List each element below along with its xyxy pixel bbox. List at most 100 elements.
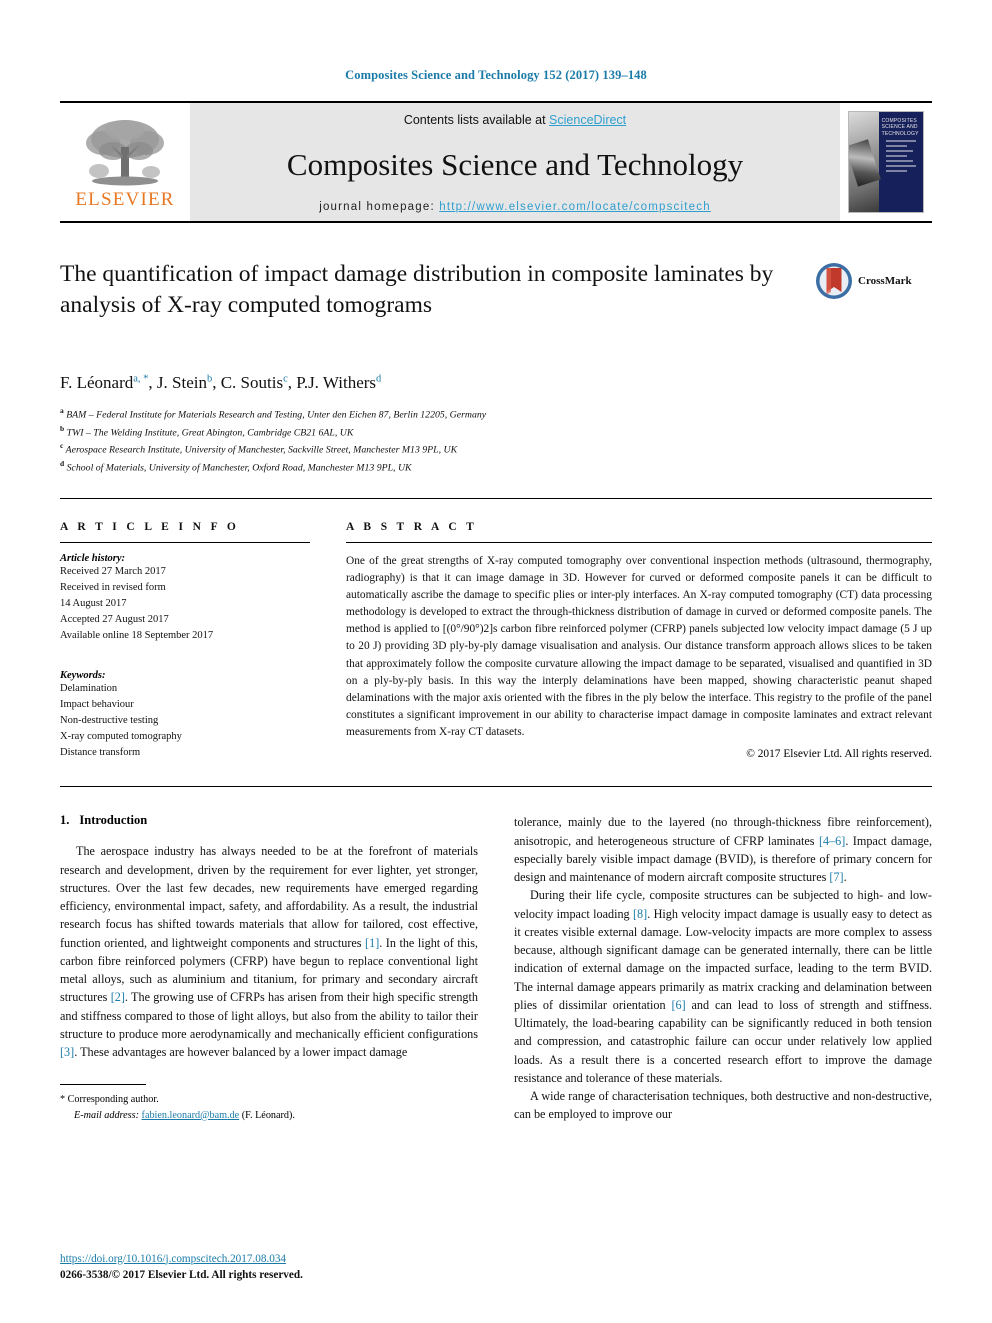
article-info-rule — [60, 541, 310, 543]
journal-title: Composites Science and Technology — [286, 146, 744, 182]
info-abstract-region: A R T I C L E I N F O Article history: R… — [60, 521, 932, 761]
cover-thumb: COMPOSITES SCIENCE AND TECHNOLOGY — [848, 111, 924, 213]
citation-ref[interactable]: [6] — [671, 998, 685, 1012]
author-marks: c — [283, 373, 288, 385]
footnote-line-email: E-mail address: fabien.leonard@bam.de (F… — [60, 1108, 478, 1124]
email-author-suffix: (F. Léonard). — [241, 1109, 295, 1121]
paragraph-text: During their life cycle, composite struc… — [514, 888, 932, 1085]
info-top-rule — [60, 497, 932, 499]
cover-title-2: SCIENCE AND — [881, 124, 918, 131]
article-history-label: Article history: — [60, 552, 126, 564]
crossmark-icon — [816, 263, 852, 299]
author-name: J. Stein — [156, 373, 207, 392]
affiliation-mark: c — [60, 441, 64, 451]
article-history-list: Received 27 March 2017 Received in revis… — [60, 564, 310, 644]
contents-prefix: Contents lists available at — [403, 113, 550, 127]
paragraph-text: tolerance, mainly due to the layered (no… — [514, 815, 932, 885]
history-item: 14 August 2017 — [60, 597, 127, 609]
cover-rule — [885, 164, 916, 167]
author-name: P.J. Withers — [296, 373, 377, 392]
citation-ref[interactable]: [8] — [633, 907, 647, 921]
keyword-item: Impact behaviour — [60, 698, 134, 710]
paragraph-text: A wide range of characterisation techniq… — [514, 1088, 932, 1122]
cover-rule — [885, 154, 907, 157]
masthead-center: Contents lists available at ScienceDirec… — [190, 103, 840, 221]
affiliation-item: b TWI – The Welding Institute, Great Abi… — [60, 423, 932, 441]
cover-rule — [885, 159, 914, 162]
paragraph: tolerance, mainly due to the layered (no… — [514, 813, 932, 886]
cover-rule — [885, 169, 907, 172]
citation-ref[interactable]: [4–6] — [819, 834, 845, 848]
keywords-list: Delamination Impact behaviour Non-destru… — [60, 681, 310, 761]
abstract-heading: A B S T R A C T — [346, 520, 478, 533]
abstract-rule — [346, 541, 932, 543]
footnote-line-corresponding: * Corresponding author. — [60, 1092, 478, 1108]
history-item: Accepted 27 August 2017 — [60, 613, 169, 625]
article-info-column: A R T I C L E I N F O Article history: R… — [60, 521, 310, 761]
page-title: The quantification of impact damage dist… — [60, 261, 774, 318]
cover-titlebar: COMPOSITES SCIENCE AND TECHNOLOGY — [878, 112, 923, 212]
citation-ref[interactable]: [1] — [365, 936, 379, 950]
info-bottom-rule — [60, 786, 932, 788]
affiliation-mark: d — [60, 459, 65, 469]
email-address-label: E-mail address: — [74, 1109, 139, 1121]
author-marks: b — [206, 373, 213, 385]
cover-rule — [885, 139, 916, 142]
journal-masthead: ELSEVIER Contents lists available at Sci… — [60, 101, 932, 223]
abstract-text: One of the great strengths of X-ray comp… — [346, 554, 932, 739]
author-name: C. Soutis — [220, 373, 284, 392]
journal-cover-thumbnail: COMPOSITES SCIENCE AND TECHNOLOGY — [840, 103, 932, 221]
affiliation-text: TWI – The Welding Institute, Great Abing… — [66, 427, 354, 438]
corresponding-author-footnote: * Corresponding author. E-mail address: … — [60, 1083, 478, 1124]
paragraph: A wide range of characterisation techniq… — [514, 1087, 932, 1123]
crossmark-badge[interactable]: CrossMark — [814, 261, 932, 301]
body-column-right: tolerance, mainly due to the layered (no… — [514, 813, 932, 1123]
sciencedirect-link[interactable]: ScienceDirect — [549, 113, 626, 127]
cover-artwork — [849, 112, 879, 212]
affiliation-mark: a — [60, 406, 64, 415]
affiliation-text: Aerospace Research Institute, University… — [65, 444, 458, 456]
issn-copyright-line: 0266-3538/© 2017 Elsevier Ltd. All right… — [60, 1268, 303, 1281]
contents-line: Contents lists available at ScienceDirec… — [404, 113, 626, 127]
keyword-item: Distance transform — [60, 746, 141, 758]
doi-link[interactable]: https://doi.org/10.1016/j.compscitech.20… — [60, 1253, 286, 1265]
affiliation-list: a BAM – Federal Institute for Materials … — [60, 405, 932, 476]
citation-ref[interactable]: [2] — [111, 990, 125, 1004]
page-footer: https://doi.org/10.1016/j.compscitech.20… — [60, 1251, 303, 1283]
history-item: Received in revised form — [60, 581, 166, 593]
keyword-item: Non-destructive testing — [60, 714, 159, 726]
crossmark-label: CrossMark — [858, 275, 912, 287]
affiliation-item: d School of Materials, University of Man… — [60, 458, 932, 476]
abstract-copyright: © 2017 Elsevier Ltd. All rights reserved… — [746, 748, 932, 761]
citation-ref[interactable]: [7] — [829, 870, 843, 884]
elsevier-tree-icon — [86, 120, 164, 186]
author-list: F. Léonarda, *, J. Steinb, C. Soutisc, P… — [60, 373, 382, 392]
author-marks: d — [376, 373, 382, 385]
section-number: 1. — [60, 813, 70, 828]
keyword-item: Delamination — [60, 682, 118, 694]
cover-rule — [885, 149, 914, 152]
section-title: Introduction — [79, 813, 148, 828]
elsevier-logo: ELSEVIER — [60, 103, 190, 221]
affiliation-mark: b — [60, 423, 65, 433]
journal-homepage-line: journal homepage: http://www.elsevier.co… — [319, 201, 711, 213]
body-column-left: 1. Introduction The aerospace industry ha… — [60, 813, 478, 1123]
cover-rule — [885, 144, 907, 147]
citation-ref[interactable]: [3] — [60, 1045, 74, 1059]
asterisk-icon: * — [60, 1093, 66, 1105]
paragraph-text: The aerospace industry has always needed… — [60, 844, 478, 1060]
affiliation-item: a BAM – Federal Institute for Materials … — [60, 405, 932, 423]
title-block: The quantification of impact damage dist… — [60, 259, 932, 355]
elsevier-wordmark: ELSEVIER — [75, 189, 175, 210]
body-columns: 1. Introduction The aerospace industry ha… — [60, 813, 932, 1123]
article-page: Composites Science and Technology 152 (2… — [0, 0, 992, 1323]
affiliation-item: c Aerospace Research Institute, Universi… — [60, 440, 932, 458]
history-item: Available online 18 September 2017 — [60, 629, 214, 641]
paragraph: During their life cycle, composite struc… — [514, 886, 932, 1087]
journal-homepage-link[interactable]: http://www.elsevier.com/locate/compscite… — [439, 201, 711, 213]
keywords-group: Keywords: Delamination Impact behaviour … — [60, 670, 310, 761]
running-head: Composites Science and Technology 152 (2… — [345, 68, 647, 82]
cover-title-3: TECHNOLOGY — [881, 130, 919, 137]
homepage-prefix: journal homepage: — [319, 201, 440, 213]
corresponding-email-link[interactable]: fabien.leonard@bam.de — [142, 1110, 240, 1121]
